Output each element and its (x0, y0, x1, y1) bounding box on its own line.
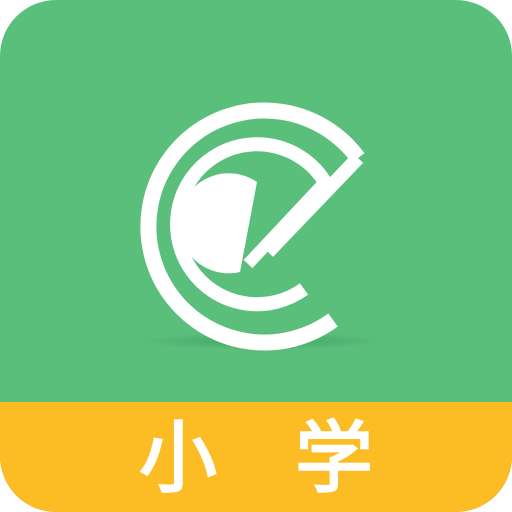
app-icon[interactable]: 小学 (0, 0, 512, 512)
app-label: 小学 (138, 414, 451, 504)
logo-diagonal-inner (243, 177, 330, 269)
